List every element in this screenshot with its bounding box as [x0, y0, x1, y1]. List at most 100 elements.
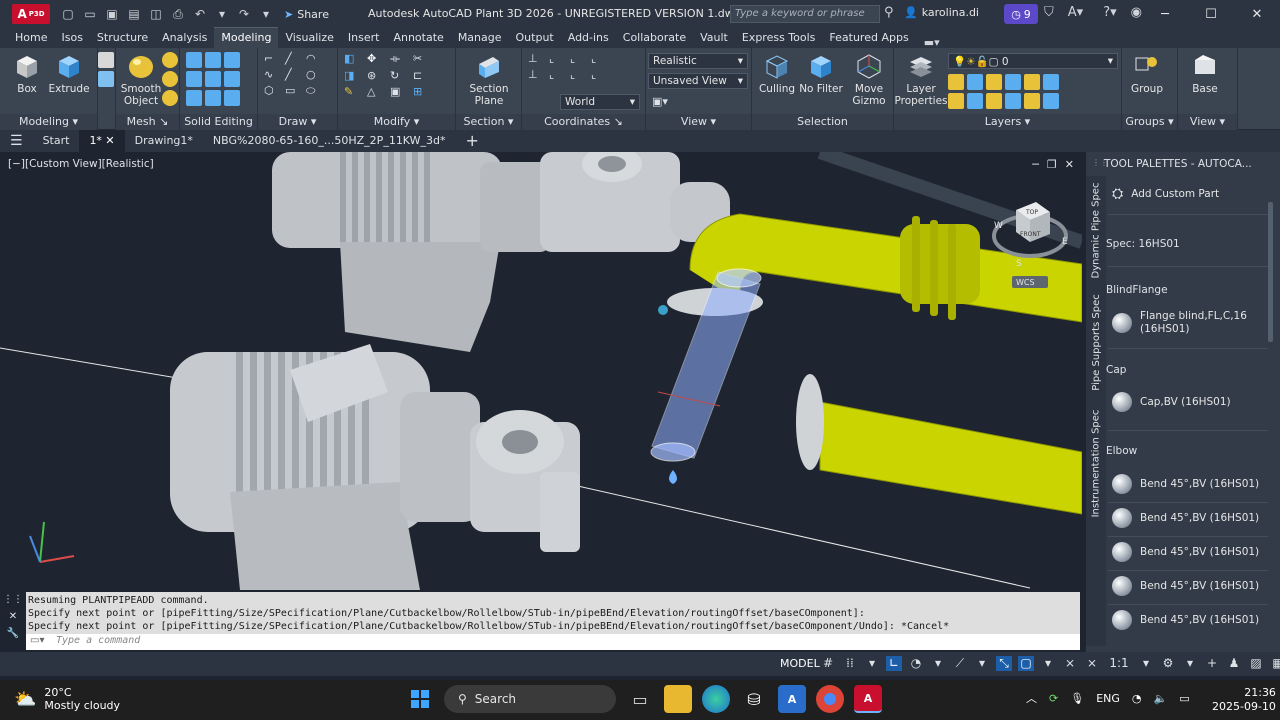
ucs-world-select[interactable]: World ▾ — [560, 94, 640, 110]
annotation-scale[interactable]: 1:1 — [1106, 656, 1132, 671]
3d-rotate-icon[interactable]: ⊛ — [367, 69, 387, 82]
rectangle-icon[interactable]: ▭ — [285, 84, 303, 98]
search-icon[interactable]: ⚲ — [884, 5, 894, 20]
no-filter-button[interactable]: No Filter — [796, 52, 846, 95]
isolate-objects-icon[interactable]: ♟ — [1226, 656, 1242, 671]
minimize-button[interactable]: ─ — [1142, 0, 1188, 28]
palette-item-flange-blind[interactable]: Flange blind,FL,C,16 (16HS01) — [1112, 310, 1247, 336]
ortho-icon[interactable]: ∟ — [886, 656, 902, 671]
fillet-icon[interactable]: ◨ — [344, 69, 364, 82]
language-indicator[interactable]: ENG — [1096, 692, 1120, 705]
tab-instrumentation-spec[interactable]: Instrumentation Spec — [1086, 408, 1106, 518]
tab-structure[interactable]: Structure — [90, 28, 155, 48]
ribbon-minimize-icon[interactable]: ▬▾ — [924, 36, 944, 49]
cart-icon[interactable]: ⛉ — [1044, 5, 1054, 20]
tab-add-ins[interactable]: Add-ins — [561, 28, 616, 48]
isodraft-icon[interactable]: ⟋ — [952, 656, 968, 671]
snap-dropdown-icon[interactable]: ▾ — [864, 656, 880, 671]
share-button[interactable]: ➤ Share — [284, 8, 329, 21]
doc-tab-2[interactable]: Drawing1* — [125, 130, 203, 152]
ucs-named-icon[interactable]: ⊥ — [528, 68, 546, 81]
clock[interactable]: 21:36 2025-09-10 — [1212, 686, 1276, 714]
autoscale-icon[interactable]: ⨯ — [1084, 656, 1100, 671]
palette-item-elbow[interactable]: Bend 45°,BV (16HS01) — [1112, 508, 1259, 528]
snap-icon[interactable]: ⁞⁞ — [842, 656, 858, 671]
viewport-close-icon[interactable]: ✕ — [1065, 158, 1074, 171]
help-icon[interactable]: ?▾ — [1103, 5, 1116, 20]
plus-icon[interactable]: + — [1204, 656, 1220, 671]
tab-home[interactable]: Home — [8, 28, 54, 48]
weather-widget[interactable]: ⛅ 20°C Mostly cloudy — [14, 686, 120, 712]
smooth-object-button[interactable]: Smooth Object — [116, 52, 166, 107]
polar-icon[interactable]: ◔ — [908, 656, 924, 671]
workspace-gear-icon[interactable]: ⚙ — [1160, 656, 1176, 671]
volume-icon[interactable]: 🔈 — [1154, 692, 1168, 705]
ucs-origin-icon[interactable]: ⌞ — [549, 52, 567, 65]
start-button[interactable] — [406, 685, 434, 713]
autodesk-app-icon[interactable]: A — [778, 685, 806, 713]
viewport-config-icon[interactable]: ▣▾ — [652, 95, 668, 108]
3d-array-icon[interactable]: △ — [367, 85, 387, 98]
polar-dropdown-icon[interactable]: ▾ — [930, 656, 946, 671]
save-as-icon[interactable]: ▤ — [126, 6, 142, 22]
palette-item-elbow[interactable]: Bend 45°,BV (16HS01) — [1112, 576, 1259, 596]
line-icon[interactable]: ╱ — [285, 52, 303, 65]
subtract-icon[interactable] — [186, 71, 202, 87]
model-space-button[interactable]: MODEL — [780, 657, 820, 670]
layer-on-icon[interactable] — [948, 93, 964, 109]
command-input[interactable]: Type a command — [26, 634, 1080, 650]
grid-icon[interactable]: # — [820, 656, 836, 671]
extract-edges-icon[interactable] — [205, 52, 221, 68]
scale-dropdown-icon[interactable]: ▾ — [1138, 656, 1154, 671]
fillet-edge-icon[interactable] — [205, 90, 221, 106]
tab-dynamic-pipe-spec[interactable]: Dynamic Pipe Spec — [1086, 182, 1106, 278]
shell-icon[interactable] — [224, 90, 240, 106]
spline-icon[interactable]: ∿ — [264, 68, 282, 81]
taskbar-search[interactable]: ⚲ Search — [444, 685, 616, 713]
move-icon[interactable]: ✥ — [367, 52, 387, 66]
notifications-badge[interactable]: ◷ 9 — [1004, 4, 1038, 24]
tab-pipe-supports-spec[interactable]: Pipe Supports Spec — [1086, 292, 1106, 392]
presspull-icon[interactable] — [98, 71, 114, 87]
saved-view-select[interactable]: Unsaved View ▾ — [648, 73, 748, 89]
chrome-icon[interactable] — [816, 685, 844, 713]
tab-express-tools[interactable]: Express Tools — [735, 28, 823, 48]
maximize-button[interactable]: ☐ — [1188, 0, 1234, 28]
arc-icon[interactable]: ◠ — [306, 52, 324, 65]
layer-off-icon[interactable] — [948, 74, 964, 90]
undo-dropdown-icon[interactable]: ▾ — [214, 6, 230, 22]
layer-match-icon[interactable] — [1043, 74, 1059, 90]
doc-tab-1[interactable]: 1* ✕ — [79, 130, 125, 152]
ucs-z-icon[interactable]: ⌞ — [591, 68, 609, 81]
isodraft-dropdown-icon[interactable]: ▾ — [974, 656, 990, 671]
union-icon[interactable] — [186, 52, 202, 68]
line2-icon[interactable]: ╱ — [285, 68, 303, 81]
tab-analysis[interactable]: Analysis — [155, 28, 214, 48]
more-icon[interactable]: ▾ — [258, 6, 274, 22]
tab-annotate[interactable]: Annotate — [386, 28, 450, 48]
palette-item-elbow[interactable]: Bend 45°,BV (16HS01) — [1112, 542, 1259, 562]
new-tab-button[interactable]: + — [456, 130, 489, 152]
doc-tab-0[interactable]: Start — [33, 130, 80, 152]
tab-visualize[interactable]: Visualize — [278, 28, 340, 48]
culling-button[interactable]: Culling — [752, 52, 802, 95]
tab-featured-apps[interactable]: Featured Apps — [822, 28, 915, 48]
ellipse-icon[interactable]: ⬭ — [306, 84, 324, 98]
ucs-view-icon[interactable]: ⌞ — [549, 68, 567, 81]
upper-pump-motor[interactable] — [272, 152, 730, 352]
layer-unisolate-icon[interactable] — [967, 93, 983, 109]
viewport-minimize-icon[interactable]: ─ — [1032, 158, 1039, 171]
layer-select[interactable]: 💡☀🔓▢ 0 ▾ — [948, 53, 1118, 69]
autodesk-a-icon[interactable]: A▾ — [1068, 5, 1083, 20]
layer-properties-button[interactable]: Layer Properties — [894, 52, 948, 107]
tab-insert[interactable]: Insert — [341, 28, 387, 48]
rotate-icon[interactable]: ↻ — [390, 69, 410, 82]
edge-icon[interactable] — [702, 685, 730, 713]
model-canvas[interactable]: TOP FRONT W E S WCS — [0, 152, 1082, 590]
undo-icon[interactable]: ↶ — [192, 6, 208, 22]
battery-icon[interactable]: ▭ — [1179, 692, 1189, 705]
trim-icon[interactable]: ✂ — [413, 52, 433, 66]
intersect-icon[interactable] — [186, 90, 202, 106]
yellow-pipe-lower[interactable] — [796, 374, 1082, 515]
group-button[interactable]: Group — [1122, 52, 1172, 95]
